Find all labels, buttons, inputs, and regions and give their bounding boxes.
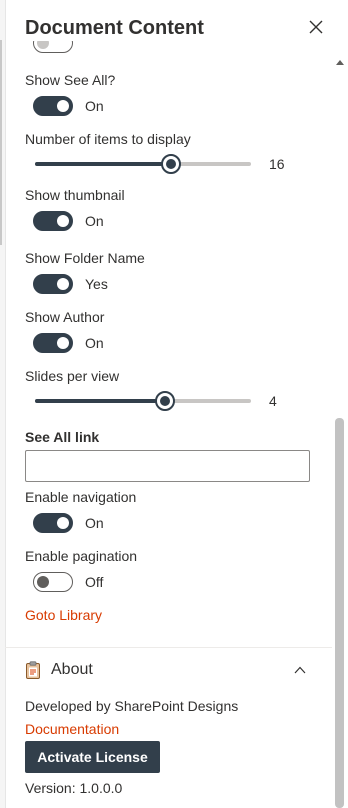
items-to-display-slider[interactable] — [35, 154, 251, 174]
toggle-knob — [57, 215, 69, 227]
chevron-up-icon[interactable] — [293, 663, 307, 677]
slider-fill — [35, 399, 165, 403]
show-folder-name-label: Show Folder Name — [25, 250, 145, 266]
see-all-link-input[interactable] — [25, 450, 310, 482]
vertical-scrollbar[interactable] — [332, 40, 348, 808]
close-icon — [309, 20, 323, 34]
show-thumbnail-toggle[interactable] — [33, 211, 73, 231]
show-see-all-state: On — [85, 98, 104, 114]
show-see-all-toggle[interactable] — [33, 96, 73, 116]
show-thumbnail-state: On — [85, 213, 104, 229]
scrollbar-thumb[interactable] — [335, 418, 344, 808]
show-folder-name-state: Yes — [85, 276, 108, 292]
version-text: Version: 1.0.0.0 — [25, 780, 123, 796]
enable-navigation-toggle[interactable] — [33, 513, 73, 533]
enable-navigation-state: On — [85, 515, 104, 531]
show-see-all-label: Show See All? — [25, 72, 116, 88]
items-to-display-value: 16 — [269, 156, 285, 172]
toggle-knob — [57, 517, 69, 529]
close-button[interactable] — [307, 18, 325, 36]
about-section-header[interactable]: About — [25, 659, 310, 681]
show-folder-name-toggle[interactable] — [33, 274, 73, 294]
about-title: About — [51, 661, 93, 678]
slides-per-view-slider[interactable] — [35, 391, 251, 411]
section-divider — [5, 647, 332, 648]
scroll-up-arrow-icon[interactable] — [334, 57, 346, 67]
clipboard-icon — [26, 661, 40, 679]
toggle-knob — [57, 337, 69, 349]
show-thumbnail-label: Show thumbnail — [25, 187, 125, 203]
documentation-link[interactable]: Documentation — [25, 720, 119, 738]
enable-navigation-label: Enable navigation — [25, 489, 137, 505]
see-all-link-label: See All link — [25, 429, 100, 445]
slider-thumb[interactable] — [161, 154, 182, 174]
slides-per-view-label: Slides per view — [25, 368, 120, 384]
slider-thumb[interactable] — [154, 391, 175, 411]
toggle-knob — [57, 278, 69, 290]
enable-pagination-toggle[interactable] — [33, 572, 73, 592]
items-to-display-label: Number of items to display — [25, 131, 191, 147]
slides-per-view-value: 4 — [269, 393, 277, 409]
show-author-state: On — [85, 335, 104, 351]
enable-pagination-state: Off — [85, 574, 104, 590]
toggle-knob — [57, 100, 69, 112]
goto-library-link[interactable]: Goto Library — [25, 606, 102, 624]
show-author-toggle[interactable] — [33, 333, 73, 353]
toggle-knob — [37, 576, 49, 588]
slider-fill — [35, 162, 172, 166]
panel-header: Document Content — [25, 14, 325, 42]
activate-license-button[interactable]: Activate License — [25, 741, 160, 773]
show-author-label: Show Author — [25, 309, 105, 325]
enable-pagination-label: Enable pagination — [25, 548, 138, 564]
panel-title: Document Content — [25, 17, 204, 39]
developed-by-text: Developed by SharePoint Designs — [25, 698, 239, 714]
